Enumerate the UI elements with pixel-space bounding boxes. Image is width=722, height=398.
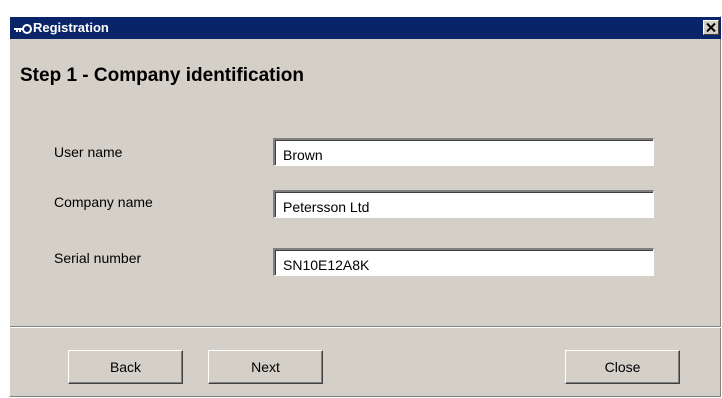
serial-number-input[interactable] bbox=[273, 248, 654, 276]
next-button[interactable]: Next bbox=[208, 350, 323, 384]
registration-dialog: Registration Step 1 - Company identifica… bbox=[9, 16, 721, 397]
serial-number-label: Serial number bbox=[54, 250, 142, 266]
company-name-input[interactable] bbox=[273, 190, 654, 218]
company-name-label: Company name bbox=[54, 194, 153, 210]
user-name-label: User name bbox=[54, 144, 123, 160]
window-close-button[interactable] bbox=[703, 20, 719, 35]
step-title: Step 1 - Company identification bbox=[20, 65, 304, 86]
title-bar[interactable]: Registration bbox=[10, 17, 721, 39]
close-button[interactable]: Close bbox=[565, 350, 680, 384]
close-icon bbox=[706, 19, 716, 37]
back-button[interactable]: Back bbox=[68, 350, 183, 384]
footer-separator bbox=[10, 326, 721, 328]
user-name-input[interactable] bbox=[273, 138, 654, 166]
key-icon bbox=[14, 22, 32, 34]
window-title: Registration bbox=[33, 20, 109, 35]
